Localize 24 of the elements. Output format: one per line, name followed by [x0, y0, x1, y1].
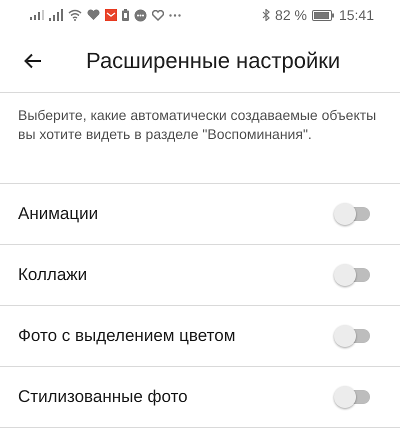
battery-icon — [312, 10, 334, 20]
toggle-switch[interactable] — [334, 203, 370, 225]
setting-label: Коллажи — [18, 265, 88, 285]
wifi-icon — [68, 9, 82, 21]
description-text: Выберите, какие автоматически создаваемые объекты вы хотите видеть в разделе "Воспоминания". — [18, 106, 378, 144]
heart-icon — [87, 9, 100, 21]
back-arrow-icon — [24, 53, 42, 69]
clock-time: 15:41 — [338, 7, 374, 23]
bluetooth-icon — [262, 9, 270, 21]
battery-saver-icon — [122, 9, 129, 21]
more-icon — [169, 14, 181, 16]
setting-label: Фото с выделением цветом — [18, 326, 236, 346]
screen-title: Расширенные настройки — [86, 48, 340, 74]
setting-label: Стилизованные фото — [18, 387, 188, 407]
toggle-switch[interactable] — [334, 386, 370, 408]
heart-pulse-icon — [152, 10, 164, 20]
signal-icon — [30, 10, 44, 20]
signal-icon — [49, 9, 63, 21]
setting-label: Анимации — [18, 204, 98, 224]
chat-icon — [134, 8, 147, 22]
toggle-switch[interactable] — [334, 264, 370, 286]
battery-percent: 82 % — [275, 7, 307, 23]
toggle-switch[interactable] — [334, 325, 370, 347]
mail-app-icon — [105, 9, 117, 21]
